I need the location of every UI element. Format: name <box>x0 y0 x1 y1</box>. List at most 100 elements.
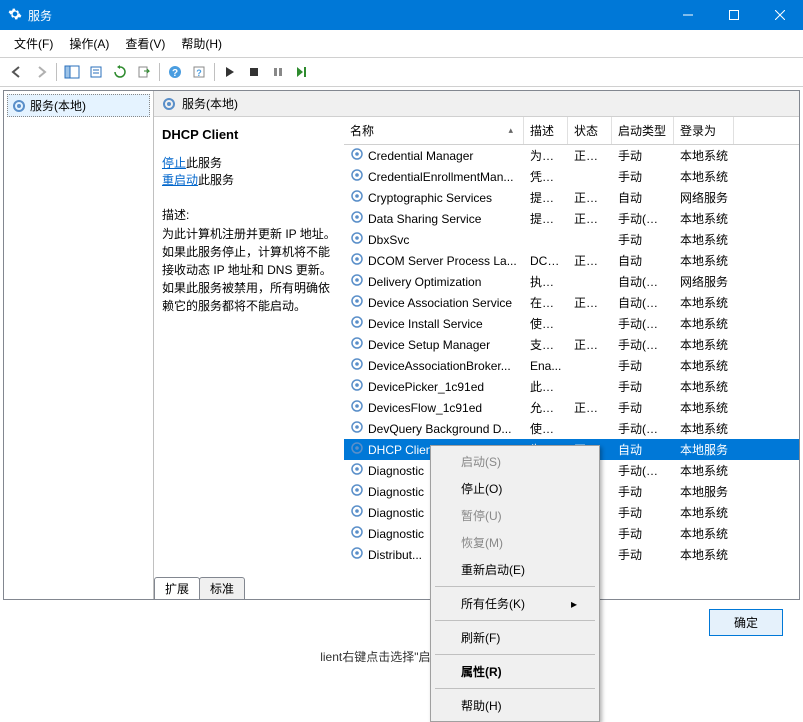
maximize-button[interactable] <box>711 0 757 30</box>
gear-icon <box>350 378 364 395</box>
help2-button[interactable]: ? <box>188 61 210 83</box>
gear-icon <box>350 210 364 227</box>
gear-icon <box>350 420 364 437</box>
col-logon[interactable]: 登录为 <box>674 117 734 144</box>
ctx-pause[interactable]: 暂停(U) <box>433 502 597 529</box>
col-desc[interactable]: 描述 <box>524 117 568 144</box>
tree-pane: 服务(本地) <box>4 91 154 599</box>
menu-file[interactable]: 文件(F) <box>6 32 61 55</box>
gear-icon <box>350 462 364 479</box>
service-row[interactable]: DevicePicker_1c91ed此用...手动本地系统 <box>344 376 799 397</box>
stop-service-line: 停止此服务 <box>162 154 336 171</box>
ctx-resume[interactable]: 恢复(M) <box>433 529 597 556</box>
desc-label: 描述: <box>162 206 336 223</box>
col-status[interactable]: 状态 <box>568 117 612 144</box>
pause-button[interactable] <box>267 61 289 83</box>
service-row[interactable]: Device Setup Manager支持...正在...手动(触发...本地… <box>344 334 799 355</box>
service-row[interactable]: Device Install Service使计...手动(触发...本地系统 <box>344 313 799 334</box>
restart-link[interactable]: 重启动 <box>162 173 198 187</box>
properties-button[interactable] <box>85 61 107 83</box>
menu-action[interactable]: 操作(A) <box>61 32 117 55</box>
show-hide-tree-button[interactable] <box>61 61 83 83</box>
menubar: 文件(F) 操作(A) 查看(V) 帮助(H) <box>0 30 803 58</box>
svg-text:?: ? <box>172 68 178 79</box>
gear-icon <box>8 7 22 24</box>
detail-pane: DHCP Client 停止此服务 重启动此服务 描述: 为此计算机注册并更新 … <box>154 117 344 599</box>
col-name[interactable]: 名称▴ <box>344 117 524 144</box>
list-header: 名称▴ 描述 状态 启动类型 登录为 <box>344 117 799 145</box>
gear-icon <box>350 315 364 332</box>
tree-node-label: 服务(本地) <box>30 97 86 114</box>
service-row[interactable]: Device Association Service在系...正在...自动(触… <box>344 292 799 313</box>
stop-link[interactable]: 停止 <box>162 156 186 170</box>
window-title: 服务 <box>28 7 665 24</box>
detail-service-name: DHCP Client <box>162 127 336 142</box>
gear-icon <box>350 483 364 500</box>
ctx-stop[interactable]: 停止(O) <box>433 475 597 502</box>
toolbar: ? ? <box>0 58 803 87</box>
service-row[interactable]: DevicesFlow_1c91ed允许...正在...手动本地系统 <box>344 397 799 418</box>
menu-help[interactable]: 帮助(H) <box>173 32 230 55</box>
ctx-alltasks[interactable]: 所有任务(K)▸ <box>433 590 597 617</box>
ctx-restart[interactable]: 重新启动(E) <box>433 556 597 583</box>
ctx-help[interactable]: 帮助(H) <box>433 692 597 719</box>
gear-icon <box>350 441 364 458</box>
gear-icon <box>350 399 364 416</box>
sort-asc-icon: ▴ <box>508 125 513 136</box>
ctx-properties[interactable]: 属性(R) <box>433 658 597 685</box>
main-area: 服务(本地) 服务(本地) DHCP Client 停止此服务 重启动此服务 描… <box>3 90 800 600</box>
col-start[interactable]: 启动类型 <box>612 117 674 144</box>
right-header: 服务(本地) <box>154 91 799 117</box>
gear-icon <box>350 546 364 563</box>
ctx-start[interactable]: 启动(S) <box>433 448 597 475</box>
right-header-title: 服务(本地) <box>182 95 238 112</box>
service-row[interactable]: DevQuery Background D...使应...手动(触发...本地系… <box>344 418 799 439</box>
menu-view[interactable]: 查看(V) <box>117 32 173 55</box>
gear-icon <box>350 168 364 185</box>
close-button[interactable] <box>757 0 803 30</box>
gear-icon <box>350 231 364 248</box>
service-row[interactable]: Data Sharing Service提供...正在...手动(触发...本地… <box>344 208 799 229</box>
gear-icon <box>12 99 26 113</box>
restart-service-line: 重启动此服务 <box>162 171 336 188</box>
ctx-refresh[interactable]: 刷新(F) <box>433 624 597 651</box>
view-tabs: 扩展 标准 <box>154 577 244 600</box>
service-row[interactable]: Cryptographic Services提供...正在...自动网络服务 <box>344 187 799 208</box>
service-row[interactable]: DeviceAssociationBroker...Ena...手动本地系统 <box>344 355 799 376</box>
gear-icon <box>162 97 176 111</box>
svg-text:?: ? <box>196 68 202 78</box>
gear-icon <box>350 189 364 206</box>
gear-icon <box>350 357 364 374</box>
chevron-right-icon: ▸ <box>571 597 577 611</box>
gear-icon <box>350 273 364 290</box>
stop-button[interactable] <box>243 61 265 83</box>
service-row[interactable]: DCOM Server Process La...DCO...正在...自动本地… <box>344 250 799 271</box>
tab-standard[interactable]: 标准 <box>199 577 245 600</box>
ok-button[interactable]: 确定 <box>709 609 783 636</box>
gear-icon <box>350 525 364 542</box>
tree-node-services-local[interactable]: 服务(本地) <box>7 94 150 117</box>
refresh-button[interactable] <box>109 61 131 83</box>
tab-extended[interactable]: 扩展 <box>154 577 200 600</box>
back-button[interactable] <box>6 61 28 83</box>
desc-text: 为此计算机注册并更新 IP 地址。如果此服务停止，计算机将不能接收动态 IP 地… <box>162 225 336 315</box>
dialog-footer: 确定 <box>0 603 803 642</box>
caption-text: lient右键点击选择"启动"即可。 <box>0 642 803 671</box>
gear-icon <box>350 147 364 164</box>
gear-icon <box>350 294 364 311</box>
service-row[interactable]: CredentialEnrollmentMan...凭据...手动本地系统 <box>344 166 799 187</box>
gear-icon <box>350 336 364 353</box>
service-row[interactable]: DbxSvc手动本地系统 <box>344 229 799 250</box>
help-button[interactable]: ? <box>164 61 186 83</box>
minimize-button[interactable] <box>665 0 711 30</box>
context-menu: 启动(S) 停止(O) 暂停(U) 恢复(M) 重新启动(E) 所有任务(K)▸… <box>430 445 600 722</box>
gear-icon <box>350 252 364 269</box>
service-row[interactable]: Delivery Optimization执行...自动(延迟...网络服务 <box>344 271 799 292</box>
titlebar: 服务 <box>0 0 803 30</box>
play-button[interactable] <box>219 61 241 83</box>
export-button[interactable] <box>133 61 155 83</box>
restart-button[interactable] <box>291 61 313 83</box>
gear-icon <box>350 504 364 521</box>
forward-button[interactable] <box>30 61 52 83</box>
service-row[interactable]: Credential Manager为用...正在...手动本地系统 <box>344 145 799 166</box>
